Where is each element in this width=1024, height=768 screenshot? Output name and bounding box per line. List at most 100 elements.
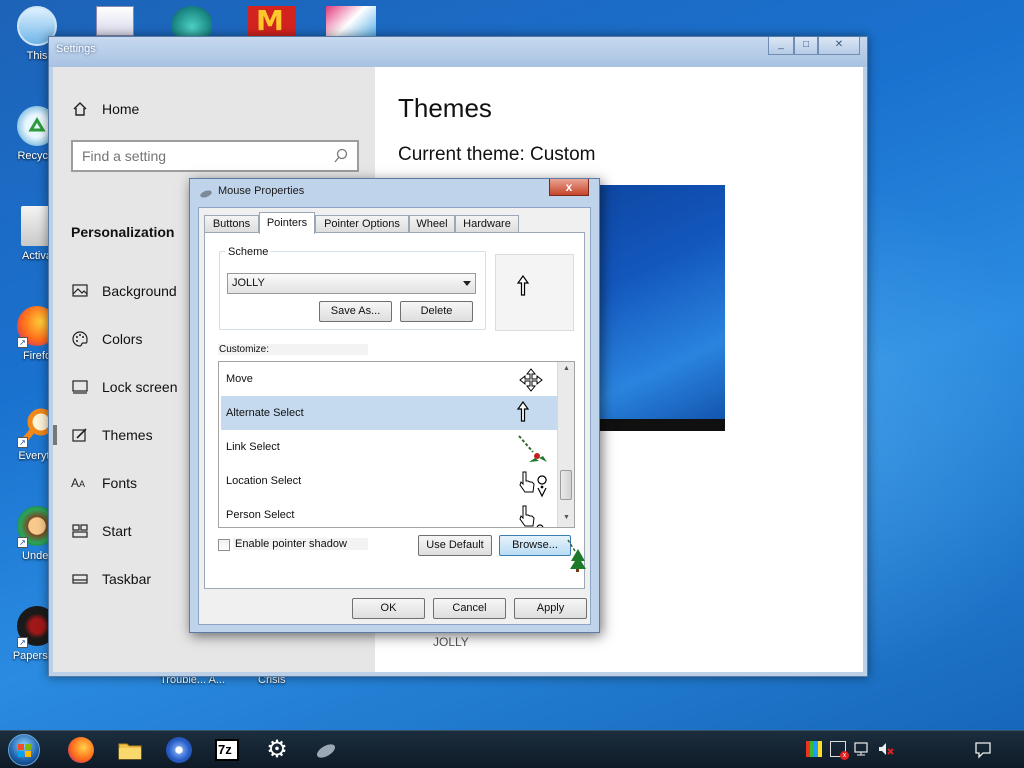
scheme-dropdown[interactable]: JOLLY <box>227 273 476 294</box>
tab-wheel[interactable]: Wheel <box>409 215 455 233</box>
nav-item-label: Colors <box>102 331 143 347</box>
desktop-icon-game[interactable] <box>172 6 212 36</box>
7zip-icon[interactable]: 7z <box>215 739 239 761</box>
search-icon[interactable] <box>333 148 349 169</box>
scroll-up-icon[interactable]: ▲ <box>563 365 570 372</box>
notifications-icon[interactable] <box>974 741 992 759</box>
mouse-icon <box>199 186 213 204</box>
up-arrow-cursor-icon <box>516 274 530 302</box>
firefox-icon[interactable] <box>68 737 94 763</box>
hand-person-cursor-icon <box>517 502 545 527</box>
tab-buttons[interactable]: Buttons <box>204 215 259 233</box>
section-heading: Personalization <box>71 224 175 240</box>
tab-pointers[interactable]: Pointers <box>259 212 315 234</box>
taskbar-icon <box>71 570 89 588</box>
page-title: Themes <box>398 93 492 123</box>
list-item-location-select[interactable]: Location Select <box>221 464 557 498</box>
settings-title: Settings <box>56 43 96 55</box>
close-button[interactable]: ✕ <box>818 37 860 55</box>
browse-button[interactable]: Browse... <box>499 535 571 556</box>
list-item-label: Location Select <box>226 475 302 487</box>
pointers-tab-sheet: Scheme JOLLY Save As... Delete Customize… <box>204 232 587 589</box>
scheme-group-label: Scheme <box>225 246 272 258</box>
7zip-label: 7z <box>218 742 232 757</box>
holly-cursor-icon <box>517 434 547 462</box>
desktop-icon-mcdonalds[interactable]: M <box>248 4 296 37</box>
volume-muted-icon[interactable] <box>878 741 894 757</box>
cancel-button[interactable]: Cancel <box>433 598 506 619</box>
nav-item-label: Lock screen <box>102 379 178 395</box>
nav-item-label: Fonts <box>102 475 138 491</box>
settings-titlebar[interactable]: Settings _ □ ✕ <box>49 37 867 67</box>
tab-hardware[interactable]: Hardware <box>455 215 519 233</box>
list-item-label: Person Select <box>226 509 295 521</box>
dialog-close-button[interactable]: x <box>549 179 589 196</box>
pointer-preview <box>495 254 574 331</box>
list-item-move[interactable]: Move <box>221 362 557 396</box>
list-item-label: Alternate Select <box>226 407 304 419</box>
palette-icon <box>71 330 89 348</box>
maximize-button[interactable]: □ <box>794 37 818 55</box>
tree-cursor-icon <box>567 539 587 578</box>
desktop-icon-documents[interactable] <box>96 6 134 36</box>
hand-location-cursor-icon <box>517 468 547 498</box>
action-center-flag-icon[interactable]: x <box>830 741 849 760</box>
search-input[interactable] <box>73 142 323 170</box>
minimize-button[interactable]: _ <box>768 37 794 55</box>
theme-name-label[interactable]: JOLLY <box>433 635 469 649</box>
desktop-icon-picture[interactable] <box>326 6 376 36</box>
network-icon[interactable] <box>854 741 870 757</box>
nav-item-label: Taskbar <box>102 571 152 587</box>
use-default-button[interactable]: Use Default <box>418 535 492 556</box>
color-flag-icon[interactable] <box>806 741 822 757</box>
save-as-button[interactable]: Save As... <box>319 301 392 322</box>
mcdonalds-logo-icon: M <box>256 4 284 37</box>
shortcut-arrow-icon: ↗ <box>17 537 28 548</box>
lock-screen-icon <box>71 378 89 396</box>
scheme-value: JOLLY <box>232 277 265 289</box>
list-item-alternate-select[interactable]: Alternate Select <box>221 396 557 430</box>
file-explorer-icon[interactable] <box>117 737 143 763</box>
checkbox-box[interactable] <box>218 539 230 551</box>
themes-icon <box>71 426 89 444</box>
fonts-icon: AA <box>71 476 86 490</box>
taskbar: 7z ⚙ x <box>0 730 1024 768</box>
list-item-label: Move <box>226 373 253 385</box>
nav-item-label: Start <box>102 523 132 539</box>
list-item-person-select[interactable]: Person Select <box>221 498 557 527</box>
scroll-thumb[interactable] <box>560 470 572 500</box>
settings-gear-icon[interactable]: ⚙ <box>264 737 290 763</box>
mouse-app-icon[interactable] <box>313 737 339 763</box>
tab-pointer-options[interactable]: Pointer Options <box>315 215 409 233</box>
list-item-link-select[interactable]: Link Select <box>221 430 557 464</box>
dialog-title: Mouse Properties <box>218 185 305 197</box>
picture-icon <box>71 282 89 300</box>
apply-button[interactable]: Apply <box>514 598 587 619</box>
up-arrow-cursor-icon <box>516 400 545 428</box>
search-box[interactable] <box>71 140 359 172</box>
nav-item-label: Themes <box>102 427 153 443</box>
current-theme-label: Current theme: Custom <box>398 144 596 165</box>
start-orb-icon[interactable] <box>8 734 40 766</box>
nav-home[interactable]: Home <box>53 89 375 129</box>
dialog-panel: Buttons Pointers Pointer Options Wheel H… <box>198 207 591 625</box>
home-icon <box>71 100 89 118</box>
disc-app-icon[interactable] <box>166 737 192 763</box>
list-scrollbar[interactable]: ▲ ▼ <box>557 362 574 527</box>
nav-item-label: Background <box>102 283 177 299</box>
list-item-label: Link Select <box>226 441 280 453</box>
move-cursor-icon <box>517 366 545 394</box>
error-x-icon: x <box>840 751 849 760</box>
start-tiles-icon <box>71 522 89 540</box>
enable-shadow-label: Enable pointer shadow <box>233 538 368 550</box>
pointer-list[interactable]: Move Alternate Select Link Select Locati… <box>218 361 575 528</box>
delete-button[interactable]: Delete <box>400 301 473 322</box>
customize-label: Customize: <box>218 344 368 355</box>
scroll-down-icon[interactable]: ▼ <box>563 514 570 521</box>
chevron-down-icon <box>463 281 471 286</box>
ok-button[interactable]: OK <box>352 598 425 619</box>
nav-home-label: Home <box>102 101 140 117</box>
close-icon: x <box>565 180 573 194</box>
mouse-properties-dialog[interactable]: Mouse Properties x Buttons Pointers Poin… <box>189 178 600 633</box>
shortcut-arrow-icon: ↗ <box>17 337 28 348</box>
